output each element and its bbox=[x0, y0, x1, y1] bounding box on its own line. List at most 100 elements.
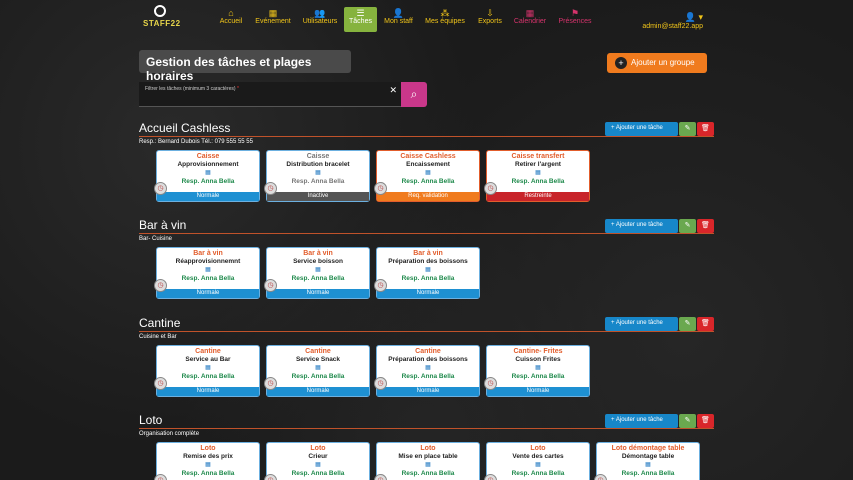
group-description: Organisation complète bbox=[139, 431, 200, 437]
task-card[interactable]: Cantine- Frites Cuisson Frites ▦ Resp. A… bbox=[484, 345, 590, 397]
task-card[interactable]: Bar à vin Préparation des boissons ▦ Res… bbox=[374, 247, 480, 299]
clock-icon[interactable]: ◷ bbox=[154, 377, 167, 390]
nav-accueil[interactable]: ⌂ Accueil bbox=[216, 8, 246, 34]
delete-group-button[interactable]: 🗑 bbox=[697, 122, 714, 136]
plus-icon: + bbox=[611, 222, 615, 228]
task-responsible: Resp. Anna Bella bbox=[181, 178, 235, 185]
task-category: Bar à vin bbox=[303, 250, 333, 257]
task-name: Réapprovisionnemnt bbox=[175, 258, 241, 265]
task-status-badge: Normale bbox=[377, 289, 479, 298]
task-card[interactable]: Loto Crieur ▦ Resp. Anna Bella Normale ◷ bbox=[264, 442, 370, 480]
task-responsible: Resp. Anna Bella bbox=[401, 373, 455, 380]
task-category: Cantine bbox=[305, 348, 331, 355]
task-card[interactable]: Caisse Distribution bracelet ▦ Resp. Ann… bbox=[264, 150, 370, 202]
task-category: Cantine bbox=[415, 348, 441, 355]
clock-icon[interactable]: ◷ bbox=[154, 182, 167, 195]
task-name: Distribution bracelet bbox=[286, 161, 350, 168]
nav-presences[interactable]: ⚑ Présences bbox=[558, 8, 592, 34]
task-category: Caisse Cashless bbox=[400, 153, 456, 160]
add-task-button[interactable]: + Ajouter une tâche bbox=[605, 219, 678, 233]
clear-icon[interactable]: ✕ bbox=[389, 85, 397, 96]
task-card[interactable]: Caisse Approvisionnement ▦ Resp. Anna Be… bbox=[154, 150, 260, 202]
edit-icon: ✎ bbox=[684, 125, 691, 132]
task-card[interactable]: Caisse Cashless Encaissement ▦ Resp. Ann… bbox=[374, 150, 480, 202]
clock-icon[interactable]: ◷ bbox=[264, 474, 277, 480]
edit-group-button[interactable]: ✎ bbox=[679, 122, 696, 136]
clock-icon[interactable]: ◷ bbox=[374, 182, 387, 195]
clock-icon[interactable]: ◷ bbox=[594, 474, 607, 480]
task-category: Loto bbox=[310, 445, 326, 452]
task-status-badge: Restreinte bbox=[487, 192, 589, 201]
calendar-icon: ▦ bbox=[205, 170, 211, 176]
task-name: Mise en place table bbox=[398, 453, 458, 460]
delete-group-button[interactable]: 🗑 bbox=[697, 317, 714, 331]
task-card[interactable]: Cantine Service Snack ▦ Resp. Anna Bella… bbox=[264, 345, 370, 397]
clock-icon[interactable]: ◷ bbox=[484, 182, 497, 195]
delete-group-button[interactable]: 🗑 bbox=[697, 414, 714, 428]
clock-icon[interactable]: ◷ bbox=[374, 377, 387, 390]
nav-taches[interactable]: ☰ Tâches bbox=[344, 7, 377, 32]
edit-group-button[interactable]: ✎ bbox=[679, 219, 696, 233]
calendar-icon: ▦ bbox=[205, 267, 211, 273]
task-card[interactable]: Loto Vente des cartes ▦ Resp. Anna Bella… bbox=[484, 442, 590, 480]
task-name: Remise des prix bbox=[183, 453, 233, 460]
trash-icon: 🗑 bbox=[701, 125, 710, 132]
task-category: Bar à vin bbox=[193, 250, 223, 257]
nav-utilisateurs[interactable]: 👥 Utilisateurs bbox=[301, 8, 339, 34]
user-icon: 👤 ▾ bbox=[684, 12, 703, 22]
nav-mes-equipes[interactable]: ⁂ Mes équipes bbox=[424, 8, 466, 34]
task-card[interactable]: Cantine Préparation des boissons ▦ Resp.… bbox=[374, 345, 480, 397]
clock-icon[interactable]: ◷ bbox=[374, 279, 387, 292]
clock-icon[interactable]: ◷ bbox=[374, 474, 387, 480]
task-responsible: Resp. Anna Bella bbox=[621, 470, 675, 477]
add-group-button[interactable]: + Ajouter un groupe bbox=[607, 53, 707, 73]
clock-icon[interactable]: ◷ bbox=[264, 182, 277, 195]
task-responsible: Resp. Anna Bella bbox=[401, 275, 455, 282]
edit-icon: ✎ bbox=[684, 320, 691, 327]
task-card[interactable]: Loto Mise en place table ▦ Resp. Anna Be… bbox=[374, 442, 480, 480]
task-category: Cantine bbox=[195, 348, 221, 355]
task-name: Préparation des boissons bbox=[388, 356, 468, 363]
calendar-icon: ▦ bbox=[525, 8, 535, 18]
trash-icon: 🗑 bbox=[701, 417, 710, 424]
task-card[interactable]: Loto Remise des prix ▦ Resp. Anna Bella … bbox=[154, 442, 260, 480]
task-category: Caisse bbox=[196, 153, 220, 160]
nav-evenement[interactable]: ▦ Evénement bbox=[255, 8, 291, 34]
add-task-button[interactable]: + Ajouter une tâche bbox=[605, 414, 678, 428]
task-responsible: Resp. Anna Bella bbox=[511, 373, 565, 380]
task-card[interactable]: Bar à vin Réapprovisionnemnt ▦ Resp. Ann… bbox=[154, 247, 260, 299]
nav-calendrier[interactable]: ▦ Calendrier bbox=[512, 8, 548, 34]
add-task-button[interactable]: + Ajouter une tâche bbox=[605, 122, 678, 136]
group-divider bbox=[139, 233, 714, 234]
delete-group-button[interactable]: 🗑 bbox=[697, 219, 714, 233]
calendar-icon: ▦ bbox=[535, 462, 541, 468]
staff22-logo[interactable]: STAFF22 bbox=[143, 5, 180, 35]
edit-icon: ✎ bbox=[684, 222, 691, 229]
nav-exports[interactable]: ⇩ Exports bbox=[476, 8, 504, 34]
task-card[interactable]: Loto démontage table Démontage table ▦ R… bbox=[594, 442, 700, 480]
clock-icon[interactable]: ◷ bbox=[154, 474, 167, 480]
task-card[interactable]: Cantine Service au Bar ▦ Resp. Anna Bell… bbox=[154, 345, 260, 397]
edit-group-button[interactable]: ✎ bbox=[679, 414, 696, 428]
task-status-badge: Normale bbox=[157, 192, 259, 201]
task-card[interactable]: Bar à vin Service boisson ▦ Resp. Anna B… bbox=[264, 247, 370, 299]
task-category: Loto démontage table bbox=[611, 445, 685, 452]
task-card[interactable]: Caisse transfert Retirer l'argent ▦ Resp… bbox=[484, 150, 590, 202]
task-name: Encaissement bbox=[406, 161, 450, 168]
clock-icon[interactable]: ◷ bbox=[154, 279, 167, 292]
task-icons: ▦ bbox=[377, 266, 479, 275]
search-button[interactable]: ⌕ bbox=[401, 82, 427, 107]
task-responsible: Resp. Anna Bella bbox=[511, 178, 565, 185]
clock-icon[interactable]: ◷ bbox=[484, 474, 497, 480]
add-task-button[interactable]: + Ajouter une tâche bbox=[605, 317, 678, 331]
clock-icon[interactable]: ◷ bbox=[484, 377, 497, 390]
flag-icon: ⚑ bbox=[570, 8, 580, 18]
task-category: Cantine- Frites bbox=[513, 348, 563, 355]
task-filter-input[interactable]: Filtrer les tâches (minimum 3 caractères… bbox=[139, 82, 401, 107]
nav-mon-staff[interactable]: 👤 Mon staff bbox=[382, 8, 415, 34]
edit-group-button[interactable]: ✎ bbox=[679, 317, 696, 331]
clock-icon[interactable]: ◷ bbox=[264, 279, 277, 292]
user-menu[interactable]: 👤 ▾ admin@staff22.app bbox=[642, 12, 703, 30]
tasks-icon: ☰ bbox=[356, 8, 365, 18]
clock-icon[interactable]: ◷ bbox=[264, 377, 277, 390]
